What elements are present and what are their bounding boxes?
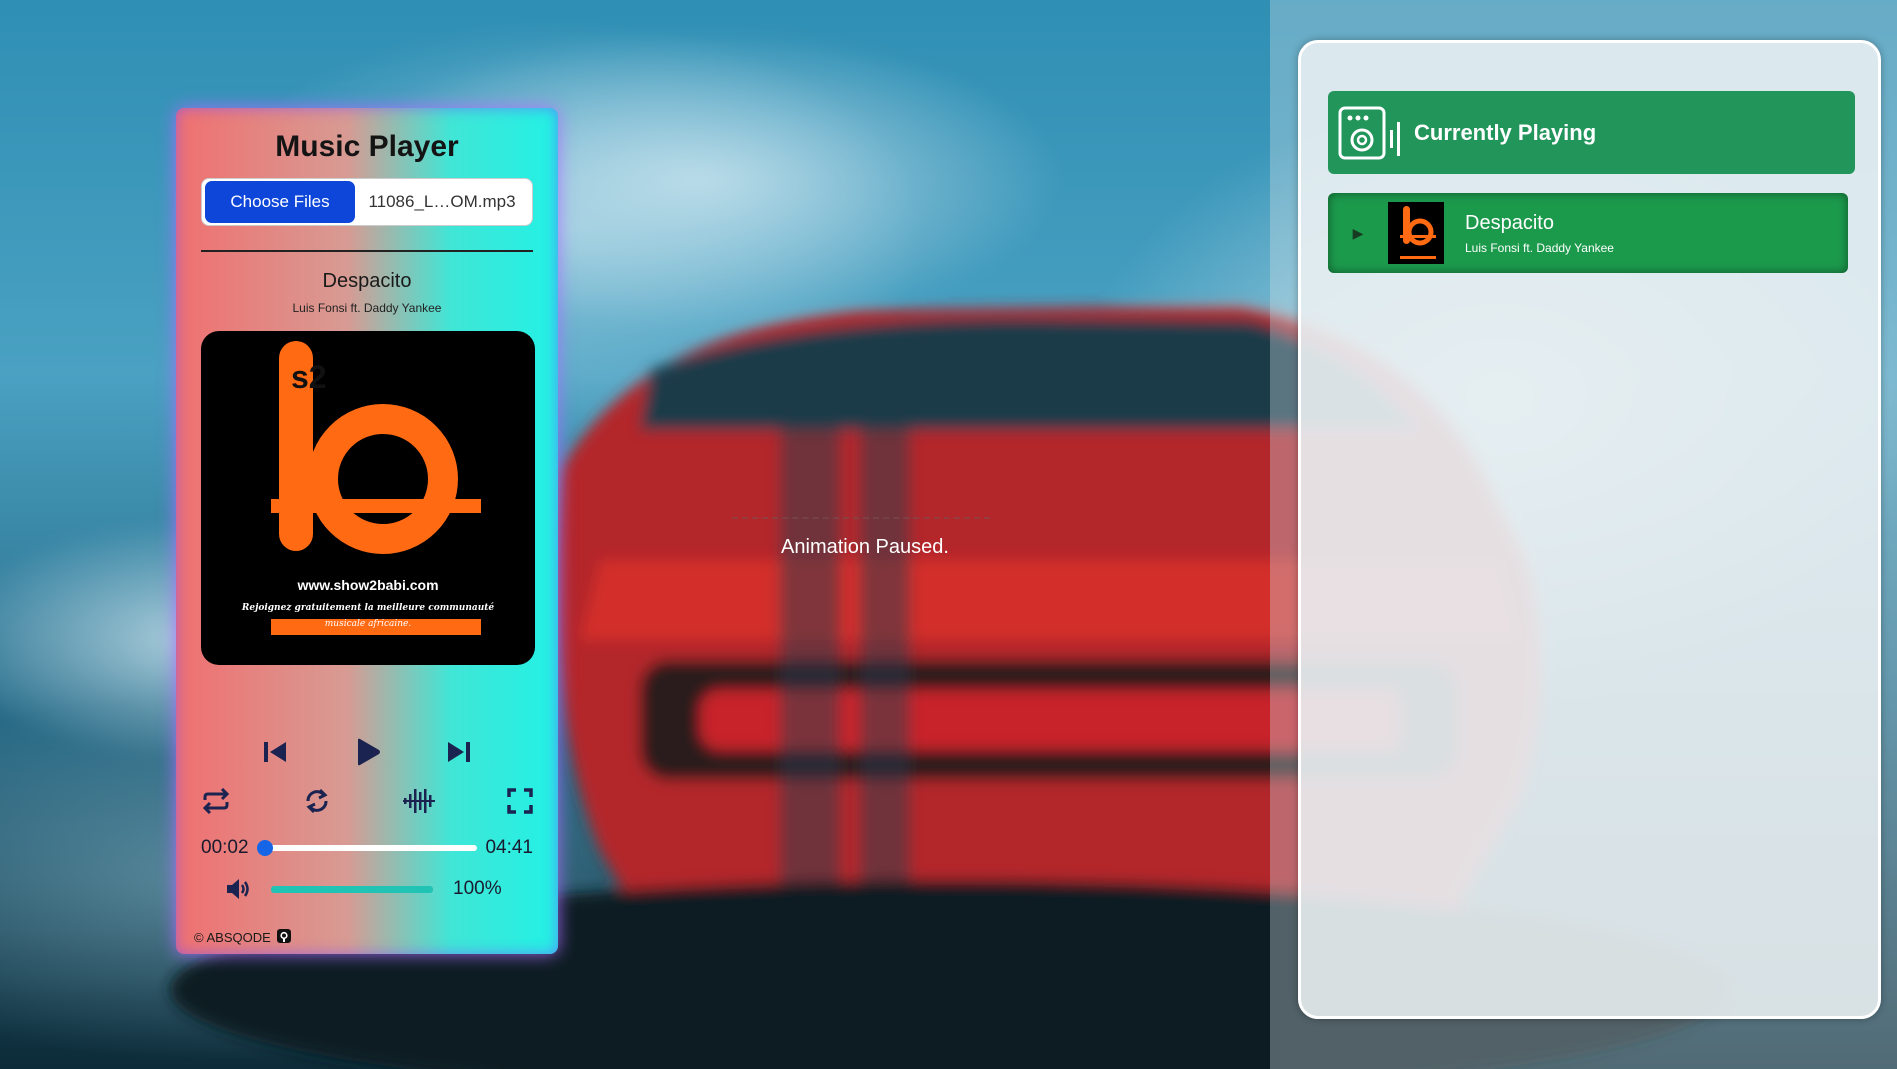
loop-icon[interactable] bbox=[303, 787, 331, 815]
playlist-item-thumbnail bbox=[1388, 202, 1444, 264]
player-title: Music Player bbox=[275, 130, 459, 163]
file-input[interactable]: Choose Files 11086_L…OM.mp3 bbox=[201, 178, 533, 226]
progress-slider[interactable] bbox=[256, 840, 478, 856]
audio-wave-icon[interactable] bbox=[403, 788, 435, 814]
footer: © ABSQODE bbox=[194, 929, 291, 946]
music-player-card: Music Player Choose Files 11086_L…OM.mp3… bbox=[176, 108, 558, 954]
footer-credit: © ABSQODE bbox=[194, 930, 271, 945]
volume-value: 100% bbox=[453, 878, 502, 899]
skip-back-icon[interactable] bbox=[261, 738, 289, 766]
cover-brand-url: www.show2babi.com bbox=[297, 577, 439, 593]
cover-brand-letters: s2 bbox=[291, 359, 327, 395]
volume-row: 100% bbox=[201, 877, 533, 901]
duration: 04:41 bbox=[485, 837, 533, 858]
song-artist: Luis Fonsi ft. Daddy Yankee bbox=[292, 301, 442, 315]
play-indicator-icon[interactable]: ▶ bbox=[1328, 225, 1388, 242]
volume-icon[interactable] bbox=[225, 877, 253, 901]
playlist-item-title: Despacito bbox=[1465, 211, 1554, 234]
playback-controls bbox=[229, 737, 505, 767]
playlist-panel: Currently Playing ▶ Despacito Luis Fonsi… bbox=[1298, 40, 1881, 1019]
playlist-item-artist: Luis Fonsi ft. Daddy Yankee bbox=[1465, 240, 1614, 255]
show2babi-logo bbox=[271, 341, 481, 635]
play-icon[interactable] bbox=[352, 737, 382, 767]
extra-controls bbox=[201, 787, 533, 815]
currently-playing-header: Currently Playing bbox=[1328, 91, 1855, 174]
divider bbox=[201, 250, 533, 252]
repeat-icon[interactable] bbox=[201, 788, 231, 814]
album-cover: s2 www.show2babi.com Rejoignez gratuitem… bbox=[201, 331, 535, 665]
cover-tagline: Rejoignez gratuitement la meilleure comm… bbox=[241, 603, 495, 613]
selected-file-name: 11086_L…OM.mp3 bbox=[368, 192, 516, 211]
github-icon[interactable] bbox=[276, 929, 291, 946]
currently-playing-title: Currently Playing bbox=[1414, 119, 1597, 145]
animation-divider bbox=[732, 517, 990, 519]
progress-row: 00:02 04:41 bbox=[201, 837, 533, 859]
fullscreen-icon[interactable] bbox=[507, 788, 533, 814]
speaker-icon bbox=[1338, 104, 1402, 162]
current-time: 00:02 bbox=[201, 837, 249, 858]
volume-slider[interactable] bbox=[271, 885, 433, 893]
playlist-item-text: Despacito Luis Fonsi ft. Daddy Yankee bbox=[1465, 212, 1614, 255]
skip-forward-icon[interactable] bbox=[445, 738, 473, 766]
playlist-item[interactable]: ▶ Despacito Luis Fonsi ft. Daddy Yankee bbox=[1328, 193, 1848, 273]
animation-status: Animation Paused. bbox=[781, 536, 949, 558]
song-title: Despacito bbox=[322, 270, 412, 292]
progress-thumb[interactable] bbox=[256, 840, 273, 856]
choose-files-button[interactable]: Choose Files bbox=[205, 181, 355, 223]
cover-tagline-2: musicale africaine. bbox=[324, 619, 412, 629]
